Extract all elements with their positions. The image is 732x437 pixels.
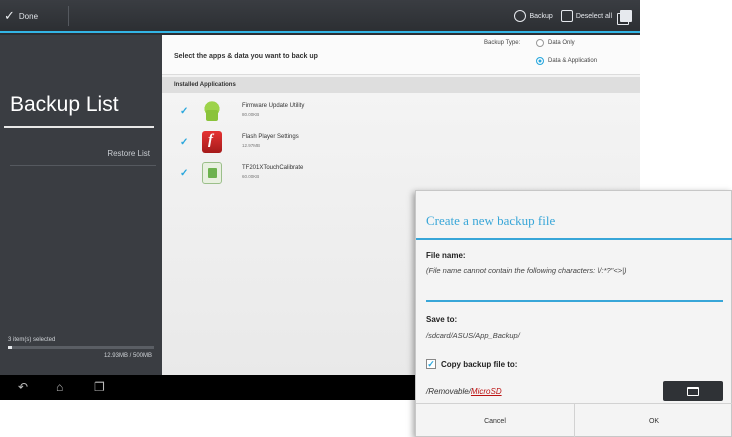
- checkbox-checked-icon: ✓: [426, 359, 436, 369]
- deselect-all-label: Deselect all: [575, 12, 612, 20]
- file-name-input[interactable]: [426, 300, 723, 302]
- selected-count: 3 item(s) selected: [8, 337, 56, 343]
- back-icon[interactable]: ↶: [18, 381, 28, 393]
- sidebar-item-backup-list[interactable]: Backup List: [10, 93, 119, 117]
- app-size: 80.00KB: [242, 112, 260, 117]
- file-name-hint: (File name cannot contain the following …: [426, 266, 627, 275]
- copy-backup-checkbox[interactable]: ✓ Copy backup file to:: [426, 359, 517, 369]
- main-header: Select the apps & data you want to back …: [162, 35, 640, 75]
- radio-data-and-application[interactable]: Data & Application: [536, 57, 597, 65]
- done-label: Done: [18, 11, 39, 21]
- list-item[interactable]: ✓ TF201XTouchCalibrate 60.00KB: [162, 159, 640, 189]
- checkmark-icon: ✓: [4, 8, 15, 23]
- radio-selected-icon: [536, 57, 544, 65]
- deselect-all-button[interactable]: Deselect all: [560, 5, 612, 27]
- flash-icon: [202, 131, 222, 153]
- app-name: TF201XTouchCalibrate: [242, 165, 304, 171]
- file-name-label: File name:: [426, 251, 466, 260]
- radio-data-only[interactable]: Data Only: [536, 39, 575, 47]
- installed-applications-header: Installed Applications: [162, 77, 640, 93]
- screen: ✓ Done Backup Deselect all Backup List R…: [0, 0, 732, 437]
- destination-prefix: /Removable/: [426, 387, 471, 396]
- create-backup-dialog: Create a new backup file File name: (Fil…: [415, 190, 732, 437]
- divider: [10, 165, 156, 166]
- title-divider: [416, 238, 732, 240]
- sidebar: Backup List Restore List 3 item(s) selec…: [0, 35, 162, 375]
- backup-type-label: Backup Type:: [484, 40, 521, 46]
- app-size: 12.97MB: [242, 143, 261, 148]
- destination-path: /Removable/MicroSD: [426, 387, 502, 396]
- copy-button[interactable]: [620, 5, 632, 27]
- radio-label: Data & Application: [548, 58, 598, 64]
- storage-progress-bar: [8, 346, 154, 349]
- deselect-all-icon: [560, 10, 573, 22]
- select-prompt: Select the apps & data you want to back …: [174, 53, 318, 60]
- storage-size: 12.93MB / 500MB: [103, 353, 152, 359]
- divider: [68, 6, 69, 26]
- checkbox-checked-icon[interactable]: ✓: [180, 138, 190, 148]
- ok-button[interactable]: OK: [575, 404, 732, 437]
- home-icon[interactable]: ⌂: [56, 381, 63, 393]
- copy-icon: [620, 10, 632, 22]
- destination-device: MicroSD: [470, 387, 502, 396]
- backup-label: Backup: [529, 12, 553, 20]
- save-path: /sdcard/ASUS/App_Backup/: [426, 331, 520, 340]
- checkbox-checked-icon[interactable]: ✓: [180, 169, 190, 179]
- list-item[interactable]: ✓ Firmware Update Utility 80.00KB: [162, 97, 640, 127]
- backup-clock-icon: [514, 10, 527, 22]
- list-item[interactable]: ✓ Flash Player Settings 12.97MB: [162, 128, 640, 158]
- recent-apps-icon[interactable]: ❐: [94, 381, 105, 393]
- browse-button[interactable]: [663, 381, 723, 401]
- app-name: Flash Player Settings: [242, 134, 299, 140]
- app-name: Firmware Update Utility: [242, 103, 305, 109]
- backup-button[interactable]: Backup: [514, 5, 553, 27]
- radio-label: Data Only: [548, 40, 575, 46]
- sidebar-item-restore-list[interactable]: Restore List: [107, 149, 150, 158]
- top-actions: Backup Deselect all: [514, 5, 632, 27]
- done-button[interactable]: ✓ Done: [4, 4, 64, 28]
- checkbox-checked-icon[interactable]: ✓: [180, 107, 190, 117]
- action-bar: ✓ Done Backup Deselect all: [0, 0, 640, 33]
- app-size: 60.00KB: [242, 174, 260, 179]
- calibrate-icon: [202, 162, 222, 184]
- storage-progress-fill: [8, 346, 13, 349]
- selected-indicator: [4, 126, 154, 128]
- cancel-button[interactable]: Cancel: [416, 404, 574, 437]
- save-to-label: Save to:: [426, 315, 458, 324]
- android-icon: [202, 100, 222, 122]
- folder-icon: [687, 386, 699, 396]
- copy-label: Copy backup file to:: [441, 359, 518, 369]
- dialog-title: Create a new backup file: [426, 213, 556, 228]
- radio-icon: [536, 39, 544, 47]
